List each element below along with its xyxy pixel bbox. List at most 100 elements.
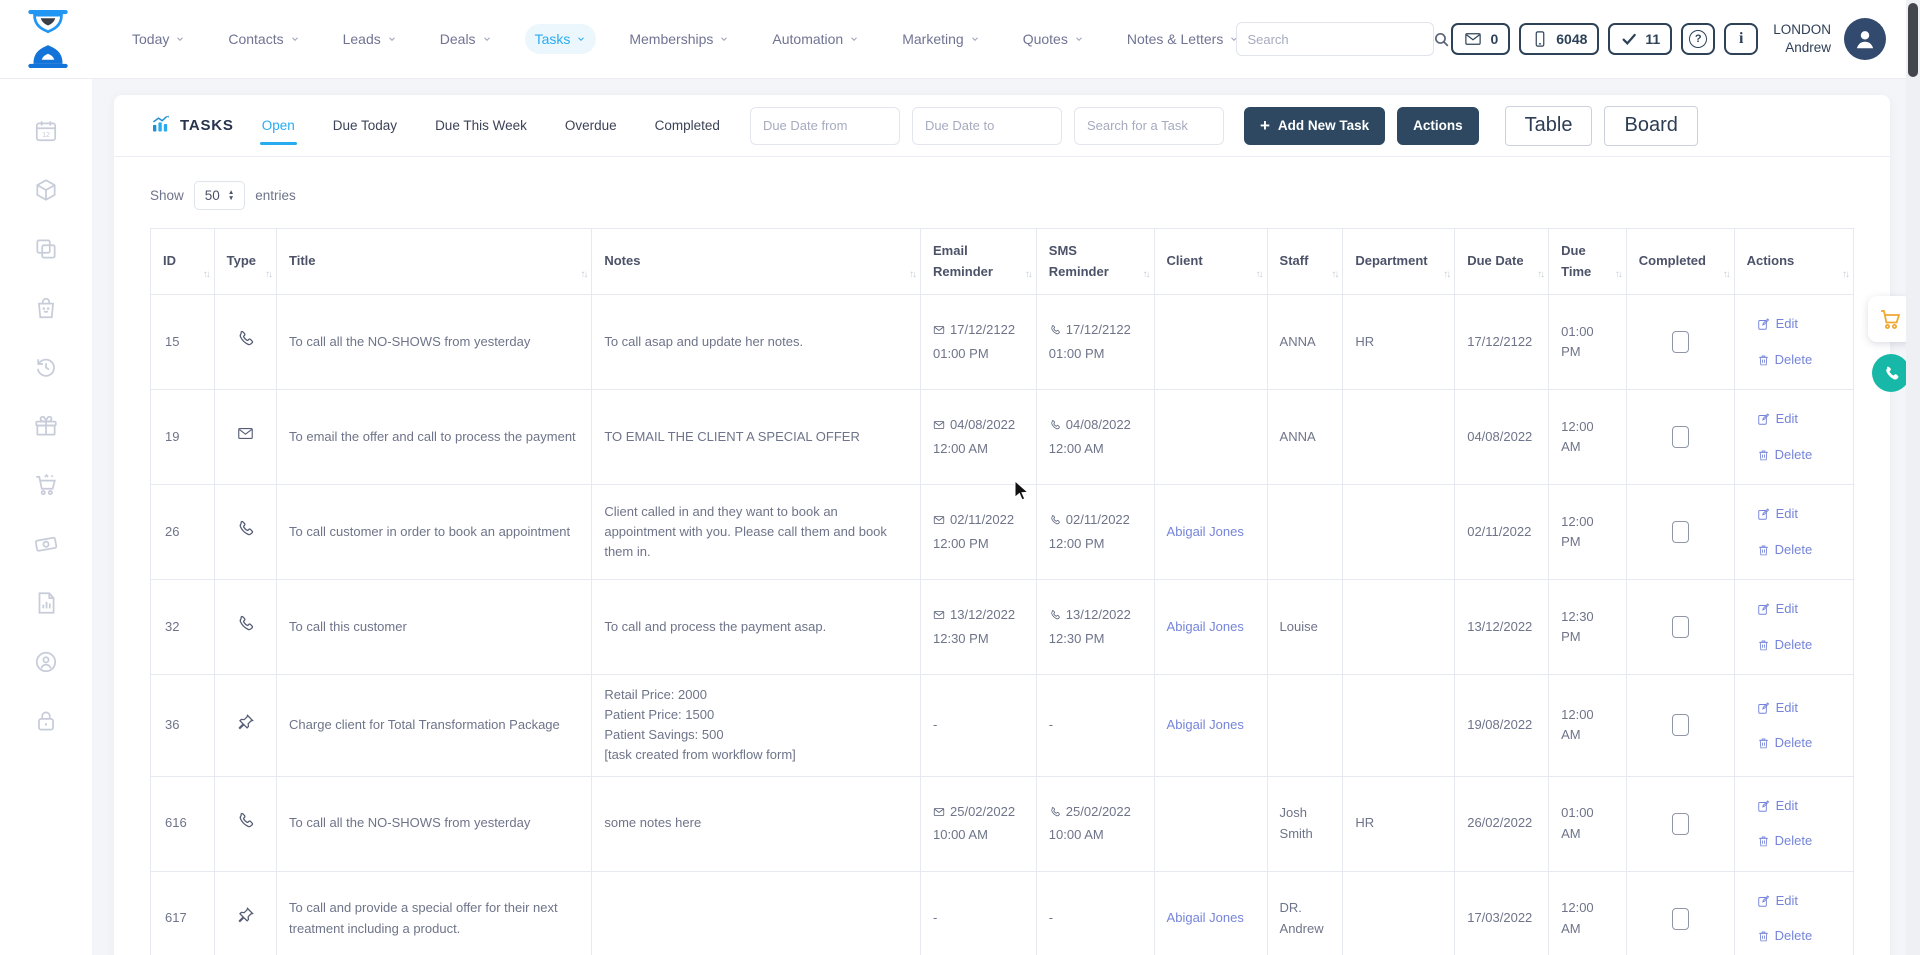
- tab-due-today[interactable]: Due Today: [331, 112, 399, 139]
- column-header-actions[interactable]: Actions↑↓: [1734, 229, 1853, 295]
- completed-checkbox[interactable]: [1672, 813, 1689, 835]
- completed-checkbox[interactable]: [1672, 616, 1689, 638]
- scrollbar-track[interactable]: [1906, 0, 1920, 955]
- client-link[interactable]: Abigail Jones: [1167, 717, 1244, 732]
- column-header-notes[interactable]: Notes↑↓: [592, 229, 921, 295]
- tab-overdue[interactable]: Overdue: [563, 112, 619, 139]
- sort-icon[interactable]: ↑↓: [1256, 267, 1262, 283]
- nav-item-deals[interactable]: Deals: [430, 24, 502, 54]
- gift-icon[interactable]: [33, 413, 59, 439]
- column-header-title[interactable]: Title↑↓: [277, 229, 592, 295]
- history-icon[interactable]: [33, 354, 59, 380]
- tab-open[interactable]: Open: [260, 112, 297, 139]
- package-icon[interactable]: [33, 177, 59, 203]
- column-header-staff[interactable]: Staff↑↓: [1267, 229, 1343, 295]
- add-new-task-button[interactable]: + Add New Task: [1244, 107, 1385, 145]
- column-header-email-reminder[interactable]: Email Reminder↑↓: [921, 229, 1037, 295]
- delete-link[interactable]: Delete: [1757, 350, 1813, 370]
- nav-item-quotes[interactable]: Quotes: [1013, 24, 1094, 54]
- edit-link[interactable]: Edit: [1757, 599, 1798, 619]
- cell-staff: Louise: [1267, 580, 1343, 675]
- entries-select[interactable]: 50 ▲▼: [194, 181, 245, 210]
- nav-item-marketing[interactable]: Marketing: [892, 24, 989, 54]
- column-header-completed[interactable]: Completed↑↓: [1626, 229, 1734, 295]
- delete-link[interactable]: Delete: [1757, 733, 1813, 753]
- nav-item-contacts[interactable]: Contacts: [218, 24, 309, 54]
- edit-link[interactable]: Edit: [1757, 314, 1798, 334]
- nav-item-notes-letters[interactable]: Notes & Letters: [1117, 24, 1250, 54]
- completed-checkbox[interactable]: [1672, 908, 1689, 930]
- scrollbar-thumb[interactable]: [1908, 3, 1918, 77]
- cell-actions: Edit Delete: [1734, 390, 1853, 485]
- column-header-department[interactable]: Department↑↓: [1343, 229, 1455, 295]
- nav-item-today[interactable]: Today: [122, 24, 195, 54]
- edit-link[interactable]: Edit: [1757, 698, 1798, 718]
- copy-icon[interactable]: [33, 236, 59, 262]
- phone-counter-badge[interactable]: 6048: [1519, 23, 1599, 55]
- user-avatar[interactable]: [1844, 18, 1886, 60]
- edit-link[interactable]: Edit: [1757, 504, 1798, 524]
- column-header-due-time[interactable]: Due Time↑↓: [1549, 229, 1627, 295]
- completed-checkbox[interactable]: [1672, 714, 1689, 736]
- shopping-bag-icon[interactable]: [33, 295, 59, 321]
- nav-item-automation[interactable]: Automation: [762, 24, 869, 54]
- task-search-input[interactable]: [1074, 107, 1224, 145]
- sort-icon[interactable]: ↑↓: [203, 267, 209, 283]
- completed-checkbox[interactable]: [1672, 331, 1689, 353]
- delete-link[interactable]: Delete: [1757, 540, 1813, 560]
- client-link[interactable]: Abigail Jones: [1167, 910, 1244, 925]
- sort-icon[interactable]: ↑↓: [580, 267, 586, 283]
- nav-item-tasks[interactable]: Tasks: [525, 24, 597, 54]
- sort-icon[interactable]: ↑↓: [1537, 267, 1543, 283]
- column-header-type[interactable]: Type↑↓: [214, 229, 276, 295]
- column-header-due-date[interactable]: Due Date↑↓: [1455, 229, 1549, 295]
- edit-link[interactable]: Edit: [1757, 796, 1798, 816]
- sort-icon[interactable]: ↑↓: [1331, 267, 1337, 283]
- lock-icon[interactable]: [33, 708, 59, 734]
- client-link[interactable]: Abigail Jones: [1167, 619, 1244, 634]
- sort-icon[interactable]: ↑↓: [1443, 267, 1449, 283]
- client-link[interactable]: Abigail Jones: [1167, 524, 1244, 539]
- actions-button[interactable]: Actions: [1397, 107, 1479, 145]
- due-date-to-input[interactable]: [912, 107, 1062, 145]
- due-date-from-input[interactable]: [750, 107, 900, 145]
- help-button[interactable]: ?: [1681, 23, 1715, 55]
- delete-link[interactable]: Delete: [1757, 635, 1813, 655]
- info-button[interactable]: i: [1724, 23, 1758, 55]
- sort-icon[interactable]: ↑↓: [1025, 267, 1031, 283]
- edit-link[interactable]: Edit: [1757, 409, 1798, 429]
- delete-link[interactable]: Delete: [1757, 831, 1813, 851]
- completed-checkbox[interactable]: [1672, 521, 1689, 543]
- board-view-button[interactable]: Board: [1604, 106, 1697, 146]
- global-search[interactable]: [1236, 22, 1434, 56]
- money-icon[interactable]: [33, 531, 59, 557]
- sort-icon[interactable]: ↑↓: [265, 267, 271, 283]
- column-header-sms-reminder[interactable]: SMS Reminder↑↓: [1036, 229, 1154, 295]
- sort-icon[interactable]: ↑↓: [1723, 267, 1729, 283]
- tab-completed[interactable]: Completed: [653, 112, 722, 139]
- search-icon[interactable]: [1433, 31, 1450, 48]
- hourglass-logo-icon[interactable]: [24, 10, 72, 68]
- account-icon[interactable]: [33, 649, 59, 675]
- cart-icon[interactable]: [33, 472, 59, 498]
- nav-item-memberships[interactable]: Memberships: [619, 24, 739, 54]
- nav-item-leads[interactable]: Leads: [333, 24, 407, 54]
- mail-counter-badge[interactable]: 0: [1451, 23, 1510, 55]
- tab-due-this-week[interactable]: Due This Week: [433, 112, 529, 139]
- task-counter-badge[interactable]: 11: [1608, 23, 1672, 55]
- search-input[interactable]: [1237, 32, 1433, 47]
- edit-link[interactable]: Edit: [1757, 891, 1798, 911]
- sort-icon[interactable]: ↑↓: [1842, 267, 1848, 283]
- calendar-icon[interactable]: 12: [33, 118, 59, 144]
- sort-icon[interactable]: ↑↓: [1143, 267, 1149, 283]
- report-icon[interactable]: [33, 590, 59, 616]
- column-header-id[interactable]: ID↑↓: [151, 229, 215, 295]
- call-float-button[interactable]: [1872, 354, 1910, 392]
- sort-icon[interactable]: ↑↓: [1615, 267, 1621, 283]
- delete-link[interactable]: Delete: [1757, 445, 1813, 465]
- column-header-client[interactable]: Client↑↓: [1154, 229, 1267, 295]
- sort-icon[interactable]: ↑↓: [909, 267, 915, 283]
- completed-checkbox[interactable]: [1672, 426, 1689, 448]
- table-view-button[interactable]: Table: [1505, 106, 1593, 146]
- delete-link[interactable]: Delete: [1757, 926, 1813, 946]
